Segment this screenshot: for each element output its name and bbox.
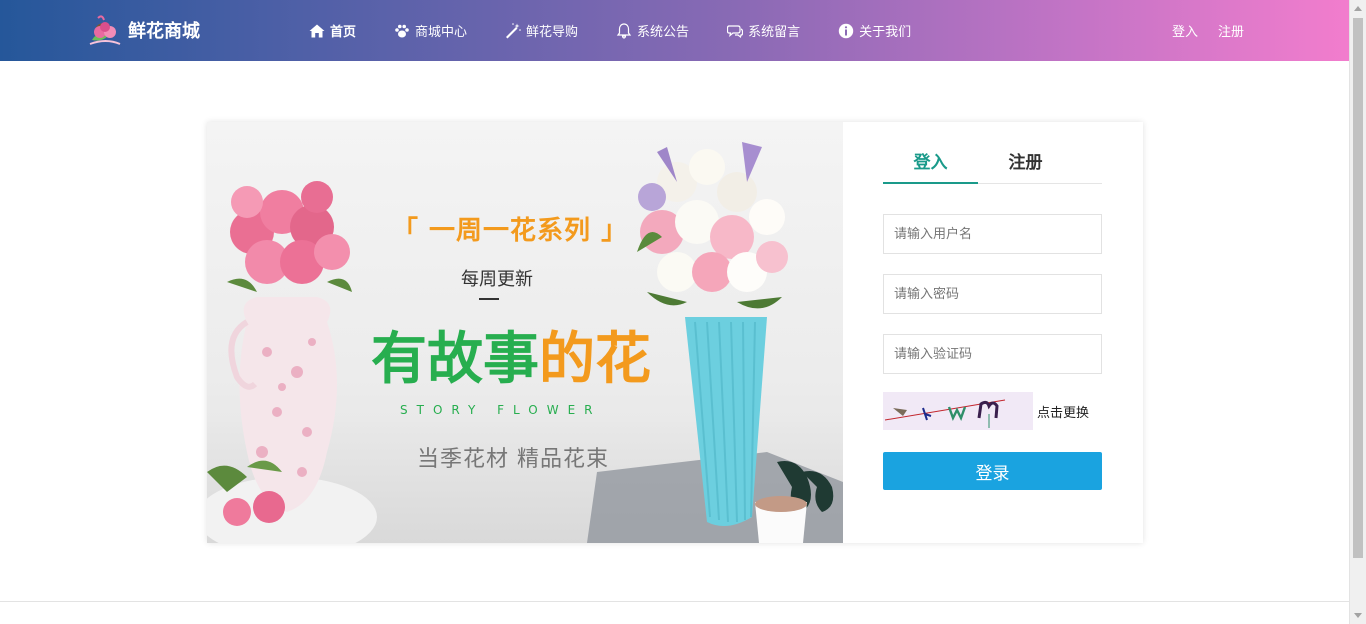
tab-register[interactable]: 注册 — [978, 148, 1073, 184]
nav-item-label: 关于我们 — [859, 25, 912, 40]
login-submit-button[interactable]: 登录 — [883, 452, 1102, 490]
comments-icon — [727, 24, 744, 38]
brand-name: 鲜花商城 — [128, 21, 200, 42]
banner-weekly-update: 每周更新 — [461, 269, 533, 290]
captcha-refresh-link[interactable]: 点击更换 — [1037, 402, 1089, 421]
banner-tagline: 当季花材 精品花束 — [417, 447, 609, 472]
brand-logo[interactable]: 鲜花商城 — [88, 12, 200, 48]
main-nav: 首页 商城中心 鲜花导购 系统公告 系统留言 关于我们 — [309, 0, 949, 61]
banner-title-orange: 的花 — [539, 327, 651, 392]
nav-item-messages[interactable]: 系统留言 — [727, 21, 800, 40]
promo-banner: 「 一周一花系列 」 每周更新 有故事的花 STORY FLOWER 当季花材 … — [207, 122, 843, 543]
password-input[interactable] — [883, 274, 1102, 314]
flower-logo-icon — [89, 15, 121, 45]
vertical-scrollbar[interactable] — [1349, 0, 1366, 624]
nav-item-label: 系统公告 — [637, 25, 690, 40]
scrollbar-thumb[interactable] — [1353, 18, 1363, 558]
tab-login[interactable]: 登入 — [883, 148, 978, 184]
nav-item-announcements[interactable]: 系统公告 — [616, 21, 689, 40]
footer-divider — [0, 601, 1349, 602]
paw-icon — [395, 24, 409, 37]
banner-title-green: 有故事 — [371, 327, 539, 392]
banner-divider — [479, 298, 499, 300]
page: 鲜花商城 首页 商城中心 鲜花导购 系统公告 系统留言 关于我们 登入 注册 「… — [0, 0, 1366, 624]
scroll-down-arrow-icon[interactable] — [1354, 613, 1362, 618]
banner-main-title: 有故事的花 — [371, 314, 651, 395]
nav-item-about-us[interactable]: 关于我们 — [838, 21, 911, 40]
scroll-up-arrow-icon[interactable] — [1354, 6, 1362, 11]
header-register-link[interactable]: 注册 — [1218, 21, 1244, 40]
nav-item-home[interactable]: 首页 — [309, 21, 356, 40]
header-login-link[interactable]: 登入 — [1172, 21, 1198, 40]
nav-item-label: 鲜花导购 — [526, 25, 579, 40]
magic-wand-icon — [506, 22, 521, 38]
nav-item-label: 首页 — [330, 25, 357, 40]
banner-english-title: STORY FLOWER — [400, 403, 602, 417]
nav-item-label: 系统留言 — [748, 25, 801, 40]
login-panel: 登入 注册 点击更换 登录 — [883, 122, 1102, 543]
home-icon — [309, 24, 325, 37]
auth-links: 登入 注册 — [1172, 0, 1244, 61]
info-circle-icon — [838, 23, 854, 38]
captcha-input[interactable] — [883, 334, 1102, 374]
top-nav-bar: 鲜花商城 首页 商城中心 鲜花导购 系统公告 系统留言 关于我们 登入 注册 — [0, 0, 1349, 61]
bell-icon — [616, 22, 632, 39]
nav-item-mall-center[interactable]: 商城中心 — [394, 21, 467, 40]
nav-item-flower-guide[interactable]: 鲜花导购 — [505, 21, 578, 40]
login-card: 「 一周一花系列 」 每周更新 有故事的花 STORY FLOWER 当季花材 … — [207, 122, 1143, 543]
nav-item-label: 商城中心 — [415, 25, 468, 40]
captcha-glyphs — [884, 399, 1006, 428]
username-input[interactable] — [883, 214, 1102, 254]
auth-tabs: 登入 注册 — [883, 148, 1102, 184]
captcha-image[interactable] — [883, 392, 1033, 430]
banner-series-title: 「 一周一花系列 」 — [392, 216, 629, 246]
